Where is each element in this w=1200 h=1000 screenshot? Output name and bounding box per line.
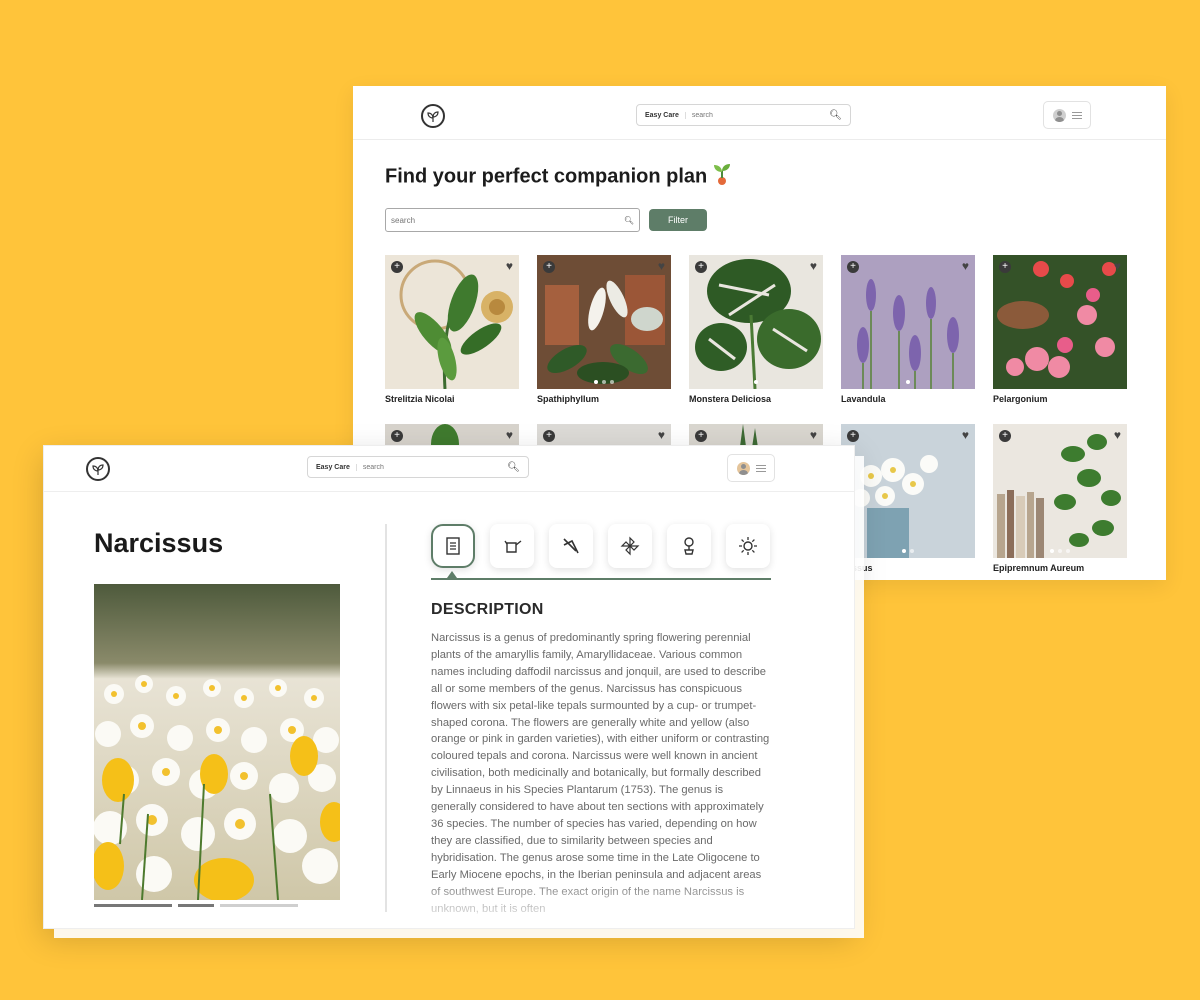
avatar-icon [1052, 108, 1066, 122]
sun-icon[interactable] [726, 524, 770, 568]
heart-icon[interactable]: ♥ [962, 428, 969, 442]
heart-icon[interactable]: ♥ [810, 428, 817, 442]
plant-pot-icon[interactable] [667, 524, 711, 568]
header-search[interactable]: Easy Care 🔍︎ [307, 456, 529, 478]
leaf-logo-icon[interactable] [86, 457, 110, 481]
plant-name: Epipremnum Aureum [993, 563, 1085, 573]
carousel-dots[interactable] [754, 380, 758, 384]
add-icon[interactable]: + [391, 261, 403, 273]
carousel-dots[interactable] [1050, 549, 1070, 553]
menu-icon [755, 464, 766, 472]
user-menu-button[interactable] [727, 454, 775, 482]
plant-card[interactable]: + ♥ Epipremnum Aureum [993, 424, 1127, 573]
add-icon[interactable]: + [695, 430, 707, 442]
add-icon[interactable]: + [543, 430, 555, 442]
avatar-icon [736, 461, 750, 475]
heart-icon[interactable]: ♥ [810, 259, 817, 273]
menu-icon [1071, 111, 1082, 119]
search-category[interactable]: Easy Care [645, 111, 686, 119]
section-title: DESCRIPTION [431, 601, 544, 618]
search-input[interactable] [691, 111, 830, 119]
catalog-header: Easy Care 🔍︎ [353, 86, 1166, 140]
plant-image[interactable]: + ♥ [537, 255, 671, 389]
plant-image[interactable]: + ♥ [385, 255, 519, 389]
filter-button[interactable]: Filter [649, 209, 707, 231]
search-icon[interactable]: 🔍︎ [507, 462, 520, 473]
plant-image[interactable]: + ♥ [841, 255, 975, 389]
divider [385, 524, 387, 912]
search-icon[interactable]: 🔍︎ [829, 110, 842, 121]
heart-icon[interactable]: ♥ [506, 259, 513, 273]
plant-search[interactable]: 🔍︎ [385, 208, 640, 232]
plant-name: Monstera Deliciosa [689, 394, 772, 404]
carousel-dots[interactable] [906, 380, 910, 384]
plant-card[interactable]: + ♥ Pelargonium [993, 255, 1127, 404]
search-category[interactable]: Easy Care [316, 463, 357, 471]
description-text: Narcissus is a genus of predominantly sp… [431, 632, 770, 915]
pruning-shears-icon[interactable] [549, 524, 593, 568]
heart-icon[interactable]: ♥ [1114, 428, 1121, 442]
heart-icon[interactable]: ♥ [962, 259, 969, 273]
search-icon[interactable]: 🔍︎ [624, 216, 634, 225]
plant-image[interactable]: + ♥ [841, 424, 975, 558]
watering-can-icon[interactable] [490, 524, 534, 568]
plant-image[interactable]: + ♥ [689, 255, 823, 389]
care-tabs [431, 524, 770, 568]
leaf-logo-icon[interactable] [421, 104, 445, 128]
active-tab-marker [447, 571, 457, 578]
add-icon[interactable]: + [391, 430, 403, 442]
plant-card[interactable]: + ♥ Lavandula [841, 255, 975, 404]
add-icon[interactable]: + [999, 261, 1011, 273]
carousel-dots[interactable] [594, 380, 614, 384]
plant-name: Lavandula [841, 394, 886, 404]
add-icon[interactable]: + [847, 430, 859, 442]
plant-search-input[interactable] [391, 215, 624, 225]
plant-photo[interactable] [94, 584, 340, 900]
search-input[interactable] [362, 463, 508, 471]
heart-icon[interactable]: ♥ [658, 428, 665, 442]
plant-image[interactable]: + ♥ [993, 424, 1127, 558]
header-search[interactable]: Easy Care 🔍︎ [636, 104, 851, 126]
plant-name: Spathiphyllum [537, 394, 600, 404]
tab-underline [431, 578, 771, 580]
plant-card[interactable]: + ♥ rcissus [841, 424, 975, 573]
heart-icon[interactable]: ♥ [1114, 259, 1121, 273]
heart-icon[interactable]: ♥ [658, 259, 665, 273]
plant-name: rcissus [841, 563, 873, 573]
add-icon[interactable]: + [847, 261, 859, 273]
plant-detail-window: Easy Care 🔍︎ Narcissus [44, 446, 854, 928]
sprout-icon [711, 162, 733, 192]
carousel-dots[interactable] [902, 549, 914, 553]
page-title: Find your perfect companion plan [385, 162, 733, 192]
add-icon[interactable]: + [695, 261, 707, 273]
plant-name: Pelargonium [993, 394, 1048, 404]
text-fade [431, 876, 791, 928]
detail-header: Easy Care 🔍︎ [44, 446, 854, 492]
wind-icon[interactable] [608, 524, 652, 568]
plant-image[interactable]: + ♥ [993, 255, 1127, 389]
photo-carousel-indicator[interactable] [94, 904, 298, 907]
plant-card[interactable]: + ♥ Monstera Deliciosa [689, 255, 823, 404]
heart-icon[interactable]: ♥ [506, 428, 513, 442]
plant-card[interactable]: + ♥ Spathiphyllum [537, 255, 671, 404]
user-menu-button[interactable] [1043, 101, 1091, 129]
add-icon[interactable]: + [543, 261, 555, 273]
description-icon[interactable] [431, 524, 475, 568]
plant-name: Strelitzia Nicolai [385, 394, 455, 404]
plant-card[interactable]: + ♥ Strelitzia Nicolai [385, 255, 519, 404]
plant-title: Narcissus [94, 528, 224, 558]
add-icon[interactable]: + [999, 430, 1011, 442]
